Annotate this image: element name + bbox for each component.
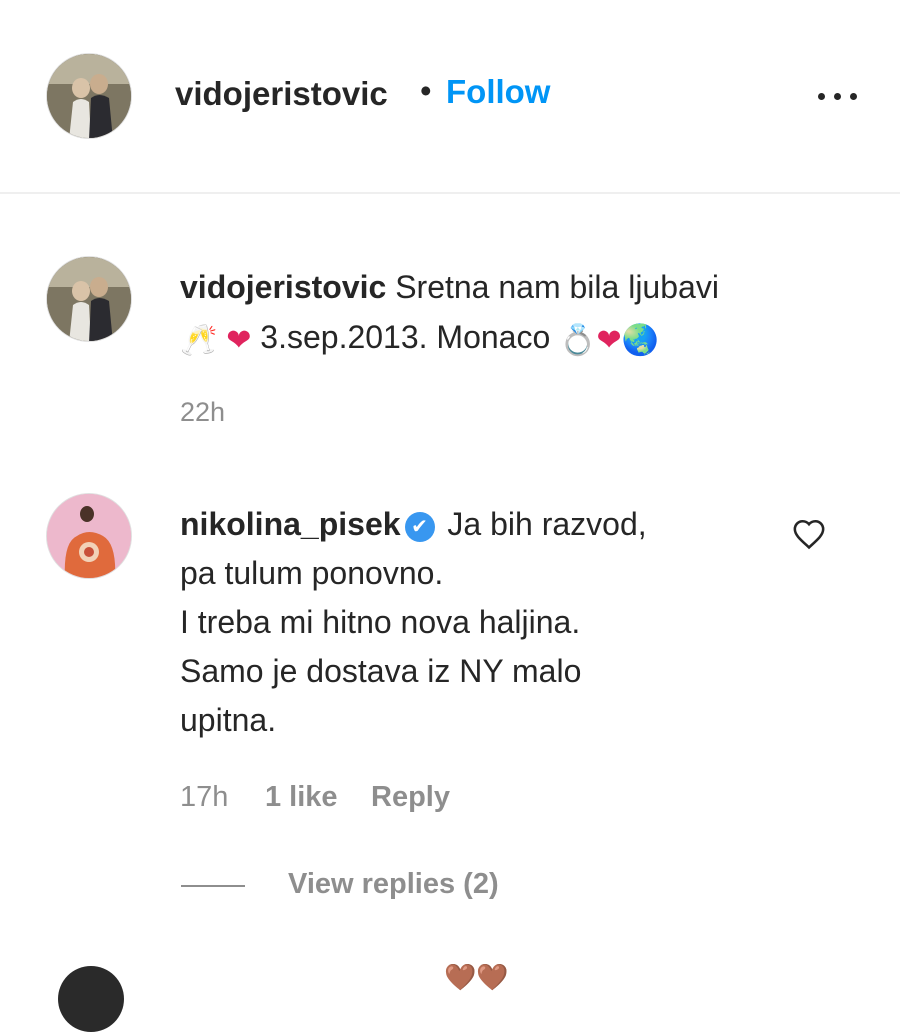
caption-text: vidojeristovic Sretna nam bila ljubavi 🥂… <box>180 262 840 362</box>
comment-username[interactable]: nikolina_pisek <box>180 506 401 542</box>
follow-button[interactable]: Follow <box>446 73 550 111</box>
comment-likes-count[interactable]: 1 like <box>265 781 338 814</box>
comment-line: pa tulum ponovno. <box>180 555 444 591</box>
post-header: vidojeristovic • Follow <box>0 0 900 194</box>
replies-divider <box>181 885 245 887</box>
avatar[interactable] <box>46 53 132 139</box>
globe-icon: 🌏 <box>621 324 660 357</box>
heart-icon: ❤ <box>596 324 622 357</box>
champagne-icon: 🥂 <box>180 324 218 357</box>
comment-line: upitna. <box>180 702 277 738</box>
avatar-photo <box>47 494 131 578</box>
ring-icon: 💍 <box>559 324 597 357</box>
avatar[interactable] <box>46 256 132 342</box>
verified-badge-icon: ✔ <box>404 512 435 542</box>
caption-line1: Sretna nam bila ljubavi <box>395 269 719 305</box>
avatar-photo <box>47 54 131 138</box>
comment-line: I treba mi hitno nova haljina. <box>180 604 581 640</box>
view-replies-button[interactable]: View replies (2) <box>288 868 499 901</box>
heart-outline-icon[interactable] <box>792 518 826 550</box>
caption-timestamp[interactable]: 22h <box>180 397 225 428</box>
comment-timestamp[interactable]: 17h <box>180 781 228 814</box>
avatar[interactable] <box>46 493 132 579</box>
caption-line2: 3.sep.2013. Monaco <box>260 319 551 355</box>
reply-button[interactable]: Reply <box>371 781 450 814</box>
comment-line: Ja bih razvod, <box>447 506 647 542</box>
more-options-icon[interactable] <box>816 78 860 112</box>
brown-heart-icon: 🤎🤎 <box>444 962 509 992</box>
caption-username[interactable]: vidojeristovic <box>180 269 386 305</box>
comment-text: nikolina_pisek ✔ Ja bih razvod, pa tulum … <box>180 500 760 745</box>
avatar-photo <box>47 257 131 341</box>
separator-dot: • <box>420 72 432 109</box>
comment-line: Samo je dostava iz NY malo <box>180 653 582 689</box>
post-author-username[interactable]: vidojeristovic <box>175 75 388 113</box>
heart-icon: ❤ <box>226 324 252 357</box>
